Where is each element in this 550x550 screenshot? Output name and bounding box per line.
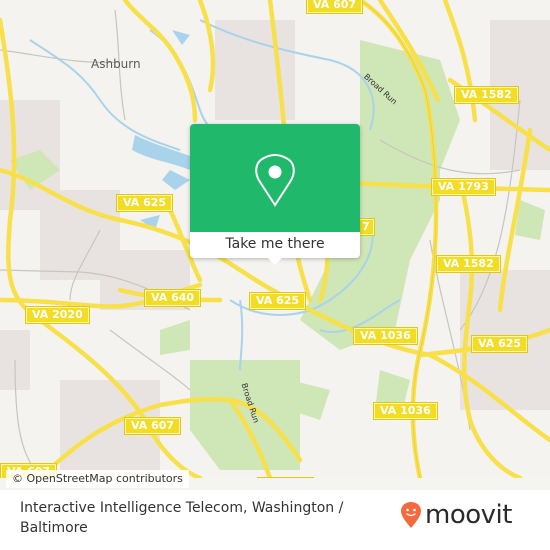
map-attribution[interactable]: © OpenStreetMap contributors xyxy=(6,470,189,488)
popup-pointer xyxy=(267,257,283,265)
road-shield-va-625-east: VA 625 xyxy=(472,336,528,352)
road-shield-va-640: VA 640 xyxy=(145,290,201,306)
map-view[interactable]: Ashburn Broad Run Broad Run VA 607 VA 15… xyxy=(0,0,550,478)
road-shield-va-607-south: VA 607 xyxy=(125,418,181,434)
destination-popup: Take me there xyxy=(190,124,360,265)
location-title: Interactive Intelligence Telecom, Washin… xyxy=(20,500,344,536)
place-label-ashburn: Ashburn xyxy=(91,57,141,71)
road-shield-va-7-partial: 7 xyxy=(358,219,374,235)
road-shield-va-625-center: VA 625 xyxy=(250,293,306,309)
road-shield-va-1036-center: VA 1036 xyxy=(354,328,417,344)
popup-header xyxy=(190,124,360,232)
moovit-logo[interactable]: moovit xyxy=(400,500,512,530)
road-shield-va-1582-south: VA 1582 xyxy=(437,256,500,272)
moovit-pin-icon xyxy=(401,502,421,528)
road-shield-va-625-west: VA 625 xyxy=(117,195,173,211)
road-shield-va-607-top: VA 607 xyxy=(307,0,363,13)
map-pin-icon xyxy=(255,154,295,207)
take-me-there-button[interactable]: Take me there xyxy=(190,232,360,258)
road-shield-va-1036-south: VA 1036 xyxy=(374,403,437,419)
road-shield-va-1793: VA 1793 xyxy=(432,179,495,195)
footer: Interactive Intelligence Telecom, Washin… xyxy=(0,490,550,550)
road-shield-va-1582-north: VA 1582 xyxy=(455,87,518,103)
moovit-wordmark: moovit xyxy=(425,500,512,530)
road-shield-va-2020: VA 2020 xyxy=(26,307,89,323)
